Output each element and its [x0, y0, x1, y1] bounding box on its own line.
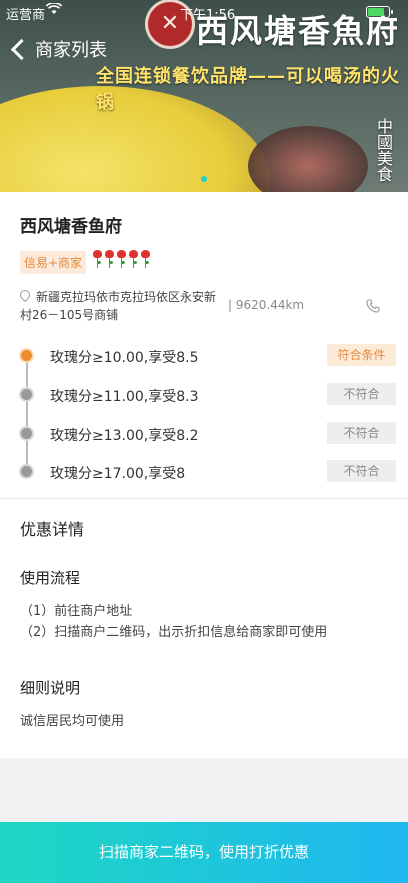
rose-icon	[128, 250, 139, 270]
process-title: 使用流程	[20, 569, 81, 587]
rules-text: 诚信居民均可使用	[20, 714, 125, 729]
chevron-left-icon	[10, 38, 33, 60]
tier-condition: 玫瑰分≥13.00,享受8.2	[50, 428, 199, 444]
tier-connector-line	[26, 356, 28, 472]
tier-dot-icon	[21, 428, 32, 439]
banner-slogan: 全国连锁餐饮品牌——可以喝汤的火锅	[96, 66, 400, 113]
footer-spacer	[0, 758, 408, 822]
section-divider	[0, 498, 408, 499]
process-step: （1）前往商户地址	[20, 604, 133, 619]
back-button-label: 商家列表	[35, 40, 107, 61]
tier-dot-icon	[21, 466, 32, 477]
discount-tier: 玫瑰分≥10.00,享受8.5 符合条件	[0, 344, 408, 368]
tier-condition: 玫瑰分≥10.00,享受8.5	[50, 350, 199, 366]
back-button[interactable]: 商家列表	[10, 36, 107, 62]
carrier-label: 运营商	[6, 8, 46, 23]
merchant-tag: 信易+商家	[20, 251, 87, 274]
scan-qr-discount-button[interactable]: 扫描商家二维码，使用打折优惠	[0, 822, 408, 883]
wifi-icon	[45, 2, 63, 18]
battery-icon	[366, 6, 393, 18]
tier-status-badge: 不符合	[327, 383, 396, 405]
merchant-distance: | 9620.44km	[228, 298, 305, 312]
discount-tier: 玫瑰分≥13.00,享受8.2 不符合	[0, 422, 408, 446]
tier-status-badge: 不符合	[327, 460, 396, 482]
rules-title: 细则说明	[20, 679, 81, 697]
merchant-address: 新疆克拉玛依市克拉玛依区永安新村26－105号商铺	[20, 290, 217, 322]
process-step: （2）扫描商户二维码，出示折扣信息给商家即可使用	[20, 625, 328, 640]
rose-icon	[104, 250, 115, 270]
side-dish-image	[248, 126, 368, 192]
banner-calligraphy: 中國美食	[374, 118, 393, 182]
phone-icon[interactable]	[366, 298, 380, 313]
status-bar: 运营商 下午1:56	[0, 0, 408, 24]
rose-rating	[92, 250, 151, 270]
merchant-name: 西风塘香鱼府	[20, 217, 122, 237]
tier-status-badge: 符合条件	[327, 344, 396, 366]
rose-icon	[116, 250, 127, 270]
rose-icon	[92, 250, 103, 270]
tier-condition: 玫瑰分≥17.00,享受8	[50, 466, 186, 482]
discount-tier: 玫瑰分≥17.00,享受8 不符合	[0, 460, 408, 484]
status-time: 下午1:56	[180, 8, 236, 23]
rose-icon	[140, 250, 151, 270]
discount-tier: 玫瑰分≥11.00,享受8.3 不符合	[0, 383, 408, 407]
tier-dot-icon	[21, 389, 32, 400]
details-title: 优惠详情	[20, 520, 85, 539]
merchant-banner-image: 西风塘香魚府 全国连锁餐饮品牌——可以喝汤的火锅 中國美食	[0, 0, 408, 192]
tier-status-badge: 不符合	[327, 422, 396, 444]
tier-condition: 玫瑰分≥11.00,享受8.3	[50, 389, 199, 405]
banner-page-indicator	[201, 176, 207, 182]
tier-dot-icon	[21, 350, 32, 361]
